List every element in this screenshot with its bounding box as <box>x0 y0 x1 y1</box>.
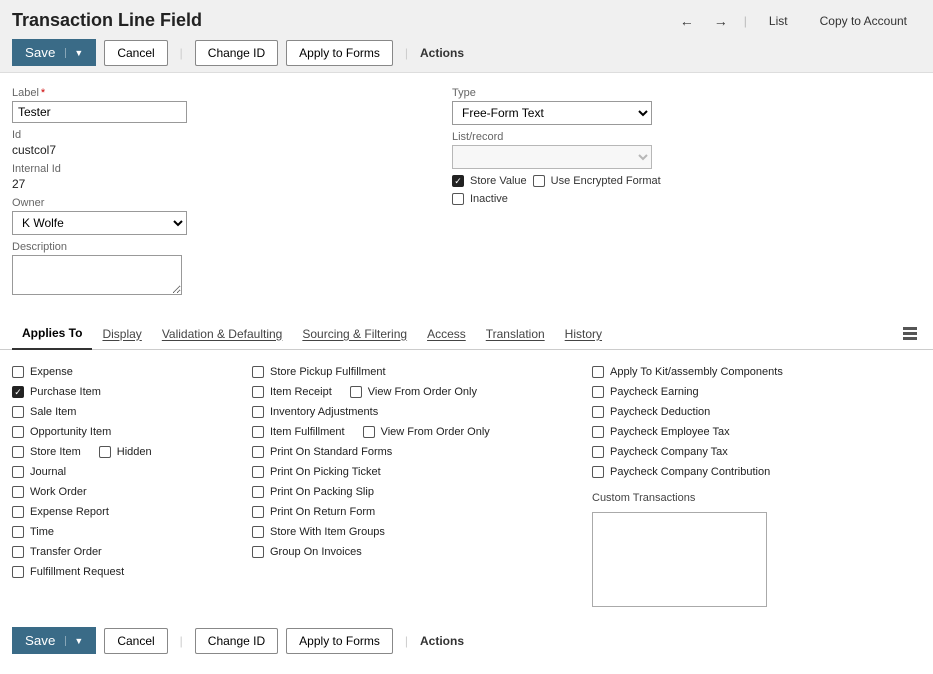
header-area: Transaction Line Field ← → | List Copy t… <box>0 0 933 73</box>
save-dropdown-icon[interactable]: ▼ <box>65 48 83 58</box>
cb-transfer-order[interactable] <box>12 546 24 558</box>
type-label: Type <box>452 87 852 99</box>
cb-work-order[interactable] <box>12 486 24 498</box>
cb-opportunity-item[interactable] <box>12 426 24 438</box>
tab-display[interactable]: Display <box>92 319 151 349</box>
tab-translation[interactable]: Translation <box>476 319 555 349</box>
type-select[interactable]: Free-Form Text <box>452 101 652 125</box>
cb-store-item-groups[interactable] <box>252 526 264 538</box>
cb-journal[interactable] <box>12 466 24 478</box>
cb-item-receipt[interactable] <box>252 386 264 398</box>
id-label: Id <box>12 129 412 141</box>
tab-validation[interactable]: Validation & Defaulting <box>152 319 293 349</box>
cb-item-fulfillment[interactable] <box>252 426 264 438</box>
cb-apply-kit[interactable] <box>592 366 604 378</box>
cancel-button-bottom[interactable]: Cancel <box>104 628 167 654</box>
cb-paycheck-earning[interactable] <box>592 386 604 398</box>
tab-access[interactable]: Access <box>417 319 476 349</box>
internalid-label: Internal Id <box>12 163 412 175</box>
save-dropdown-icon-bottom[interactable]: ▼ <box>65 636 83 646</box>
cb-inventory-adj[interactable] <box>252 406 264 418</box>
encrypted-label: Use Encrypted Format <box>551 175 661 187</box>
page-title: Transaction Line Field <box>12 10 202 31</box>
toolbar-top: Save▼ Cancel | Change ID Apply to Forms … <box>12 39 921 66</box>
cb-sale-item[interactable] <box>12 406 24 418</box>
inactive-checkbox[interactable] <box>452 193 464 205</box>
nav-copy[interactable]: Copy to Account <box>806 14 921 28</box>
cb-fulfillment-request[interactable] <box>12 566 24 578</box>
form-body: Label* Id custcol7 Internal Id 27 Owner … <box>0 73 933 314</box>
nav-sep: | <box>744 14 747 28</box>
nav-prev[interactable]: ← <box>672 13 702 29</box>
internalid-value: 27 <box>12 177 412 191</box>
form-col-right: Type Free-Form Text List/record Store Va… <box>452 87 852 304</box>
header-nav: ← → | List Copy to Account <box>672 13 921 29</box>
owner-select[interactable]: K Wolfe <box>12 211 187 235</box>
form-col-left: Label* Id custcol7 Internal Id 27 Owner … <box>12 87 412 304</box>
view-toggle-icon[interactable] <box>903 327 917 341</box>
toolbar-bottom: Save▼ Cancel | Change ID Apply to Forms … <box>0 617 933 674</box>
tabs: Applies To Display Validation & Defaulti… <box>0 318 933 350</box>
listrecord-label: List/record <box>452 131 852 143</box>
cb-paycheck-deduction[interactable] <box>592 406 604 418</box>
cb-print-picking[interactable] <box>252 466 264 478</box>
inactive-label: Inactive <box>470 193 508 205</box>
storevalue-label: Store Value <box>470 175 527 187</box>
actions-menu-bottom[interactable]: Actions <box>420 634 464 648</box>
cb-paycheck-comp-contrib[interactable] <box>592 466 604 478</box>
cb-view-from-order-1[interactable] <box>350 386 362 398</box>
cb-print-return[interactable] <box>252 506 264 518</box>
cb-expense[interactable] <box>12 366 24 378</box>
description-label: Description <box>12 241 412 253</box>
description-textarea[interactable] <box>12 255 182 295</box>
custom-transactions-box[interactable] <box>592 512 767 607</box>
id-value: custcol7 <box>12 143 412 157</box>
storevalue-checkbox[interactable] <box>452 175 464 187</box>
apply-to-forms-button-bottom[interactable]: Apply to Forms <box>286 628 393 654</box>
tab-applies-to[interactable]: Applies To <box>12 318 92 350</box>
tab-history[interactable]: History <box>555 319 612 349</box>
encrypted-checkbox[interactable] <box>533 175 545 187</box>
custom-transactions-label: Custom Transactions <box>592 492 852 504</box>
cb-view-from-order-2[interactable] <box>363 426 375 438</box>
listrecord-select <box>452 145 652 169</box>
nav-next[interactable]: → <box>706 13 736 29</box>
cb-print-standard[interactable] <box>252 446 264 458</box>
apply-to-forms-button[interactable]: Apply to Forms <box>286 40 393 66</box>
change-id-button-bottom[interactable]: Change ID <box>195 628 278 654</box>
actions-menu[interactable]: Actions <box>420 46 464 60</box>
cb-paycheck-emp-tax[interactable] <box>592 426 604 438</box>
cb-purchase-item[interactable] <box>12 386 24 398</box>
label-label: Label* <box>12 87 412 99</box>
cb-hidden[interactable] <box>99 446 111 458</box>
label-input[interactable] <box>12 101 187 123</box>
cb-store-pickup[interactable] <box>252 366 264 378</box>
cb-print-packing[interactable] <box>252 486 264 498</box>
tab-sourcing[interactable]: Sourcing & Filtering <box>292 319 417 349</box>
cb-paycheck-comp-tax[interactable] <box>592 446 604 458</box>
cb-expense-report[interactable] <box>12 506 24 518</box>
applies-to-panel: Expense Purchase Item Sale Item Opportun… <box>0 350 933 617</box>
change-id-button[interactable]: Change ID <box>195 40 278 66</box>
save-button[interactable]: Save▼ <box>12 39 96 66</box>
nav-list[interactable]: List <box>755 14 802 28</box>
cancel-button[interactable]: Cancel <box>104 40 167 66</box>
save-button-bottom[interactable]: Save▼ <box>12 627 96 654</box>
cb-time[interactable] <box>12 526 24 538</box>
cb-store-item[interactable] <box>12 446 24 458</box>
cb-group-invoices[interactable] <box>252 546 264 558</box>
owner-label: Owner <box>12 197 412 209</box>
